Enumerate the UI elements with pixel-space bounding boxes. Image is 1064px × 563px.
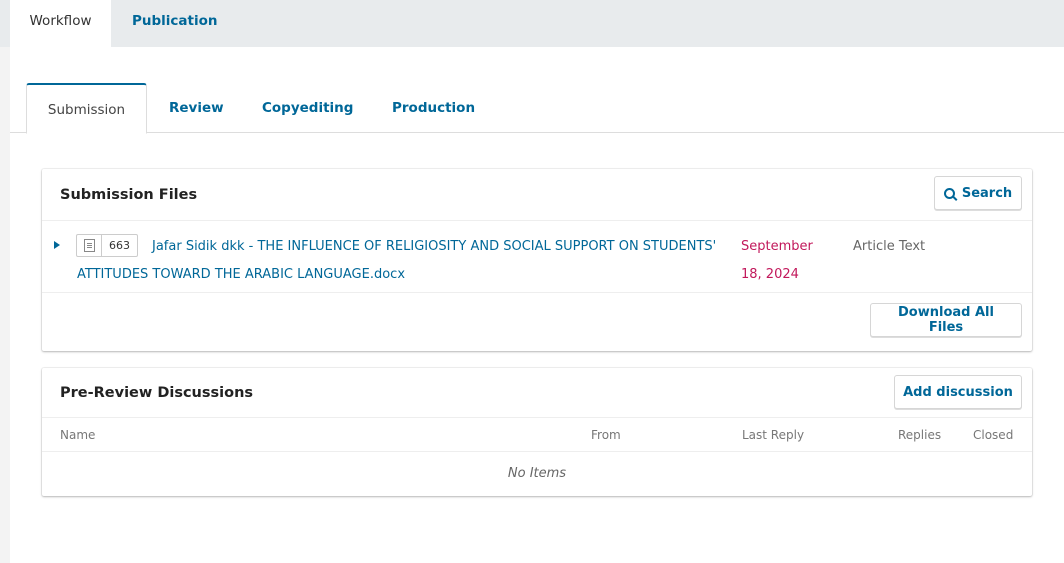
column-header-last-reply: Last Reply [742, 428, 805, 442]
expand-arrow-icon[interactable] [54, 241, 60, 249]
column-header-from: From [591, 428, 621, 442]
tab-production[interactable]: Production [392, 83, 475, 133]
file-name-link[interactable]: Jafar Sidik dkk - THE INFLUENCE OF RELIG… [77, 233, 717, 289]
tab-workflow[interactable]: Workflow [10, 0, 111, 47]
submission-files-panel: Submission Files Search 663 Jafar Sidik … [42, 169, 1032, 351]
tab-review[interactable]: Review [169, 83, 224, 133]
discussions-header: Pre-Review Discussions Add discussion [42, 368, 1032, 418]
page: Workflow Publication Submission Review C… [0, 0, 1064, 563]
column-header-name: Name [60, 428, 96, 442]
column-header-closed: Closed [973, 428, 1014, 442]
empty-state: No Items [507, 466, 567, 481]
file-date: September 18, 2024 [741, 239, 813, 282]
discussions-table-header: Name From Last Reply Replies Closed [42, 418, 1032, 452]
discussions-title: Pre-Review Discussions [60, 385, 254, 401]
search-button-label: Search [961, 185, 1013, 201]
download-all-files-button[interactable]: Download All Files [870, 303, 1022, 337]
submission-files-footer: Download All Files [42, 293, 1032, 352]
column-header-replies: Replies [898, 428, 942, 442]
file-type: Article Text [853, 239, 926, 254]
tab-publication[interactable]: Publication [132, 0, 218, 47]
search-icon [943, 187, 955, 199]
search-button[interactable]: Search [934, 176, 1022, 210]
file-row: 663 Jafar Sidik dkk - THE INFLUENCE OF R… [42, 221, 1032, 293]
stage-tab-bar: Submission Review Copyediting Production [10, 47, 1064, 134]
top-tab-bar: Workflow Publication [0, 0, 1064, 47]
submission-files-header: Submission Files Search [42, 169, 1032, 221]
tab-submission[interactable]: Submission [26, 83, 147, 134]
discussions-panel: Pre-Review Discussions Add discussion Na… [42, 368, 1032, 496]
add-discussion-button[interactable]: Add discussion [894, 375, 1022, 409]
workflow-content: Submission Review Copyediting Production… [10, 47, 1064, 563]
submission-files-title: Submission Files [60, 187, 198, 203]
tab-copyediting[interactable]: Copyediting [262, 83, 353, 133]
